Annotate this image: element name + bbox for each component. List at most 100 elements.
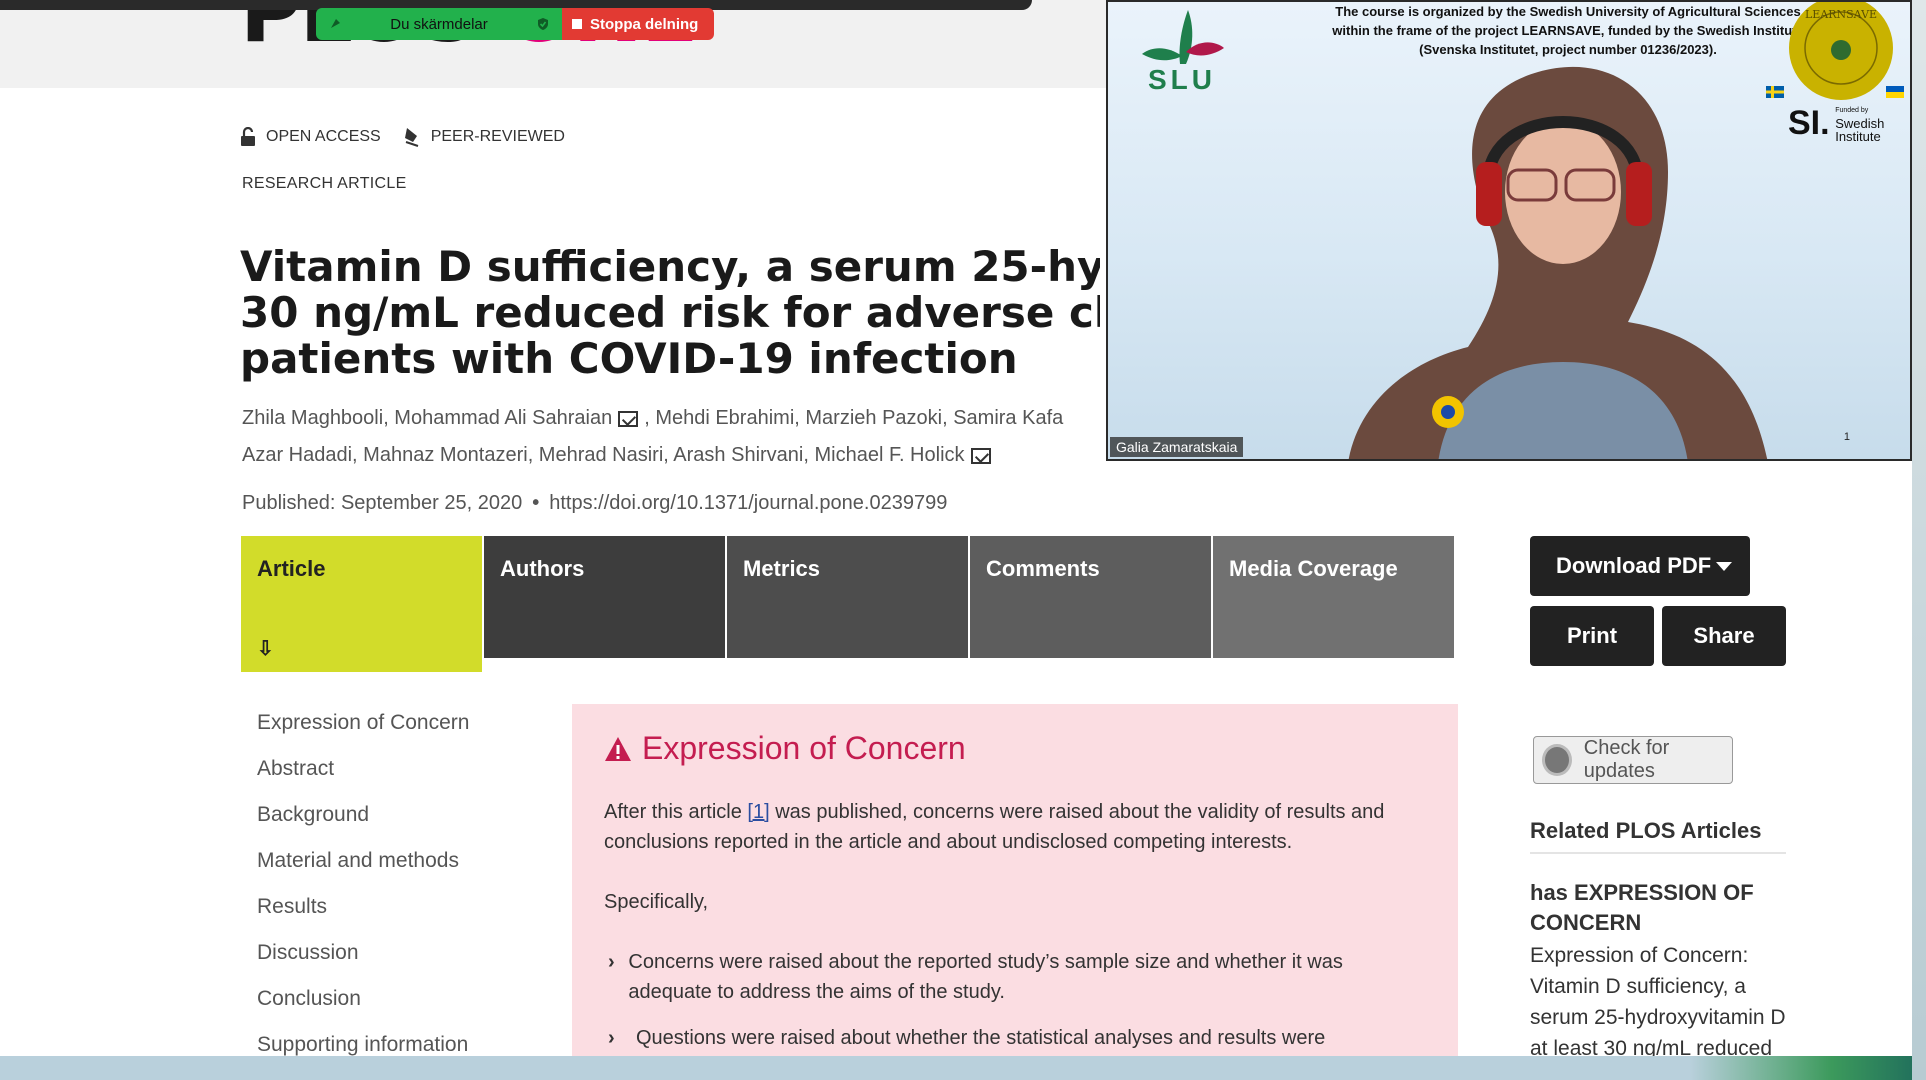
share-button[interactable]: Share <box>1662 606 1786 666</box>
tab-label: Authors <box>500 556 585 581</box>
author-line: Azar Hadadi, Mahnaz Montazeri, Mehrad Na… <box>242 437 1102 474</box>
window-bottom-edge <box>0 1056 1926 1080</box>
bullet-text: Questions were raised about whether the … <box>636 1027 1326 1049</box>
toc-item-background[interactable]: Background <box>257 798 469 844</box>
stop-icon <box>572 19 582 29</box>
title-line: patients with COVID-19 infection <box>240 334 1018 382</box>
notice-line: The course is organized by the Swedish U… <box>1335 4 1801 19</box>
article-type: RESEARCH ARTICLE <box>242 175 407 192</box>
window-right-edge <box>1912 0 1926 1080</box>
related-article-type: has EXPRESSION OF CONCERN <box>1530 880 1754 935</box>
video-overlay[interactable]: The course is organized by the Swedish U… <box>1106 0 1912 461</box>
article-sidebar: Download PDF Print Share <box>1530 536 1786 666</box>
related-articles-heading: Related PLOS Articles <box>1530 818 1786 854</box>
shield-check-icon <box>538 18 548 30</box>
table-of-contents: Expression of Concern Abstract Backgroun… <box>257 706 469 1074</box>
check-updates-label: Check for updates <box>1583 737 1670 782</box>
pen-nib-icon <box>404 128 419 147</box>
print-button[interactable]: Print <box>1530 606 1654 666</box>
concern-title: Expression of Concern <box>604 730 1426 767</box>
download-pdf-label: Download PDF <box>1556 553 1712 578</box>
published-date: Published: September 25, 2020 <box>242 492 523 514</box>
concern-title-text: Expression of Concern <box>642 730 966 766</box>
swedish-flag-icon <box>1766 86 1784 98</box>
email-icon[interactable] <box>618 410 639 427</box>
tab-authors[interactable]: Authors <box>484 536 725 658</box>
print-label: Print <box>1566 623 1618 648</box>
tab-article[interactable]: Article ⇩ <box>241 536 482 672</box>
tab-metrics[interactable]: Metrics <box>727 536 968 658</box>
toc-item-discussion[interactable]: Discussion <box>257 936 469 982</box>
doi-link[interactable]: https://doi.org/10.1371/journal.pone.023… <box>549 492 947 514</box>
download-pdf-button[interactable]: Download PDF <box>1530 536 1750 596</box>
expression-of-concern-box: Expression of Concern After this article… <box>572 704 1458 1080</box>
related-article-link[interactable]: Expression of Concern: Vitamin D suffici… <box>1530 940 1786 1064</box>
si-text: Funded by Swedish Institute <box>1835 104 1884 143</box>
authors-text[interactable]: , Mehdi Ebrahimi, Marzieh Pazoki, Samira… <box>644 407 1063 429</box>
slu-leaf-logo-icon <box>1142 10 1224 64</box>
check-for-updates-button[interactable]: Check for updates <box>1533 736 1733 784</box>
notice-line: (Svenska Institutet, project number 0123… <box>1419 42 1717 57</box>
concern-paragraph: Specifically, <box>604 891 709 913</box>
concern-paragraph: After this article [1] was published, co… <box>604 797 1426 857</box>
warning-icon <box>605 736 631 761</box>
title-line: Vitamin D sufficiency, a serum 25-hydrox… <box>240 244 1100 291</box>
tab-comments[interactable]: Comments <box>970 536 1211 658</box>
open-access-badge[interactable]: OPEN ACCESS <box>240 127 381 147</box>
peer-reviewed-badge[interactable]: PEER-REVIEWED <box>403 126 565 148</box>
tab-label: Article <box>257 556 326 581</box>
caret-down-icon[interactable] <box>1716 561 1732 571</box>
author-line: Zhila Maghbooli, Mohammad Ali Sahraian , … <box>242 400 1102 437</box>
tab-media-coverage[interactable]: Media Coverage <box>1213 536 1454 658</box>
desktop-wallpaper <box>1690 1056 1926 1080</box>
article-title: Vitamin D sufficiency, a serum 25-hydrox… <box>240 244 1100 382</box>
notice-line: within the frame of the project LEARNSAV… <box>1332 23 1804 38</box>
publication-info: Published: September 25, 2020 • https://do… <box>242 492 948 514</box>
toc-item-expression-of-concern[interactable]: Expression of Concern <box>257 706 469 752</box>
crossmark-icon <box>1542 744 1572 776</box>
peer-reviewed-label: PEER-REVIEWED <box>430 128 565 145</box>
si-name: Institute <box>1835 129 1881 144</box>
learnsave-seal-icon: LEARNSAVE <box>1789 2 1893 100</box>
stop-sharing-button[interactable]: Stoppa delning <box>562 8 714 40</box>
unlock-icon <box>241 127 255 146</box>
email-icon[interactable] <box>970 447 991 464</box>
concern-text: After this article <box>604 801 748 823</box>
chevron-right-icon: › <box>608 1027 615 1049</box>
screen-sharing-indicator[interactable]: Du skärmdelar <box>316 8 562 40</box>
slu-logo-text: SLU <box>1148 64 1216 95</box>
participant-name-label: Galia Zamaratskaia <box>1110 437 1244 457</box>
course-notice: The course is organized by the Swedish U… <box>1268 2 1868 59</box>
share-label: Share <box>1693 623 1755 648</box>
double-chevron-down-icon: ⇩ <box>257 638 274 660</box>
list-item: › Questions were raised about whether the… <box>604 1023 1426 1053</box>
pin-icon <box>331 19 340 28</box>
si-mark: SI. <box>1788 104 1830 142</box>
reference-link[interactable]: [1] <box>747 801 769 823</box>
open-access-label: OPEN ACCESS <box>266 128 381 145</box>
tab-label: Metrics <box>743 556 821 581</box>
ukrainian-flag-icon <box>1886 86 1904 98</box>
authors-text[interactable]: Zhila Maghbooli, Mohammad Ali Sahraian <box>242 407 612 429</box>
author-list: Zhila Maghbooli, Mohammad Ali Sahraian , … <box>242 400 1102 474</box>
list-item: › Concerns were raised about the reported… <box>604 947 1426 1007</box>
title-line: 30 ng/mL reduced risk for adverse clinic… <box>240 288 1100 337</box>
article-badges: OPEN ACCESS PEER-REVIEWED <box>240 126 587 148</box>
authors-text[interactable]: Azar Hadadi, Mahnaz Montazeri, Mehrad Na… <box>242 444 965 466</box>
toc-item-abstract[interactable]: Abstract <box>257 752 469 798</box>
seal-text: LEARNSAVE <box>1805 8 1877 21</box>
article-tabs: Article ⇩ Authors Metrics Comments Media … <box>241 536 1456 672</box>
toc-item-results[interactable]: Results <box>257 890 469 936</box>
swedish-institute-logo: SI. Funded by Swedish Institute <box>1788 104 1884 143</box>
stop-sharing-label: Stoppa delning <box>590 15 699 33</box>
chevron-right-icon: › <box>608 951 615 973</box>
bullet-text: Concerns were raised about the reported … <box>628 951 1343 1003</box>
screen-share-bar: Du skärmdelar Stoppa delning <box>316 8 714 40</box>
action-buttons: Print Share <box>1530 606 1786 666</box>
sharing-label: Du skärmdelar <box>390 15 488 33</box>
toc-item-conclusion[interactable]: Conclusion <box>257 982 469 1028</box>
slide-number: 1 <box>1843 431 1850 443</box>
tab-label: Media Coverage <box>1229 556 1398 581</box>
tab-label: Comments <box>986 556 1100 581</box>
toc-item-material-and-methods[interactable]: Material and methods <box>257 844 469 890</box>
